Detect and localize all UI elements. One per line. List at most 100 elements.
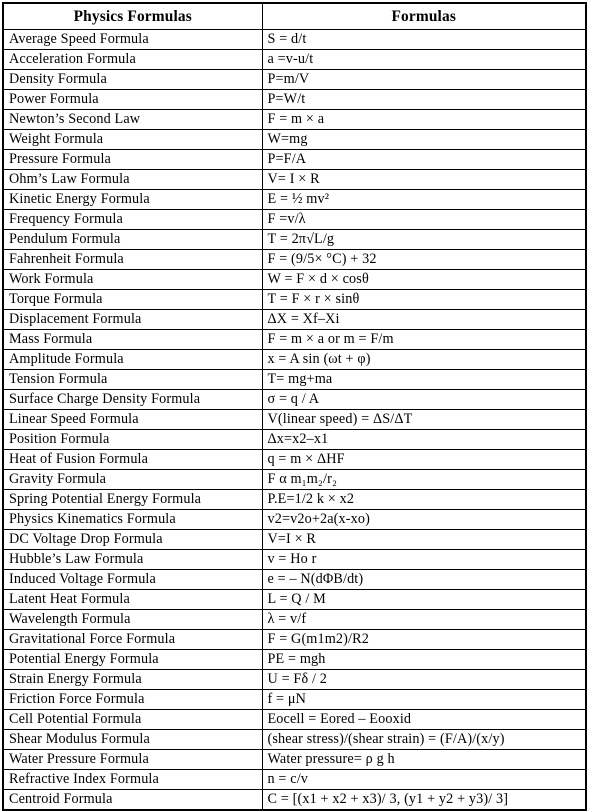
formula-name-cell: Induced Voltage Formula xyxy=(2,569,263,590)
table-row: Gravity Formula F α m₁m₂/r₂ xyxy=(2,469,587,490)
formula-expression-cell: W = F × d × cosθ xyxy=(261,269,587,290)
table-row: Mass Formula F = m × a or m = F/m xyxy=(2,329,587,350)
table-row: Potential Energy Formula PE = mgh xyxy=(2,649,587,670)
formula-name-cell: Tension Formula xyxy=(2,369,263,390)
table-row: Induced Voltage Formula e = – N(dΦB/dt) xyxy=(2,569,587,590)
formula-name-cell: Pendulum Formula xyxy=(2,229,263,250)
table-row: Hubble’s Law Formula v = Ho r xyxy=(2,549,587,570)
formula-expression-cell: x = A sin (ωt + φ) xyxy=(261,349,587,370)
table-header: Physics Formulas Formulas xyxy=(2,2,587,30)
table-row: Shear Modulus Formula (shear stress)/(she… xyxy=(2,729,587,750)
formula-name-cell: Displacement Formula xyxy=(2,309,263,330)
formula-name-cell: Ohm’s Law Formula xyxy=(2,169,263,190)
formula-expression-cell: Δx=x2–x1 xyxy=(261,429,587,450)
table-row: Friction Force Formula f = μN xyxy=(2,689,587,710)
table-row: Physics Kinematics Formula v2=v2o+2a(x-xo… xyxy=(2,509,587,530)
table-row: Ohm’s Law Formula V= I × R xyxy=(2,169,587,190)
column-header-physics-formulas: Physics Formulas xyxy=(2,2,263,30)
formula-expression-cell: F = G(m1m2)/R2 xyxy=(261,629,587,650)
table-row: Average Speed Formula S = d/t xyxy=(2,29,587,50)
formula-expression-cell: P=F/A xyxy=(261,149,587,170)
formula-name-cell: Heat of Fusion Formula xyxy=(2,449,263,470)
formula-name-cell: Power Formula xyxy=(2,89,263,110)
formula-name-cell: Physics Kinematics Formula xyxy=(2,509,263,530)
formula-expression-cell: n = c/v xyxy=(261,769,587,790)
formula-expression-cell: V=I × R xyxy=(261,529,587,550)
table-row: Displacement Formula ΔX = Xf–Xi xyxy=(2,309,587,330)
formula-expression-cell: ΔX = Xf–Xi xyxy=(261,309,587,330)
formula-expression-cell: F = m × a xyxy=(261,109,587,130)
physics-formulas-table: Physics Formulas Formulas Average Speed … xyxy=(2,2,587,811)
formula-expression-cell: F = (9/5× °C) + 32 xyxy=(261,249,587,270)
table-row: Newton’s Second Law F = m × a xyxy=(2,109,587,130)
formula-expression-cell: T = F × r × sinθ xyxy=(261,289,587,310)
table-row: Fahrenheit Formula F = (9/5× °C) + 32 xyxy=(2,249,587,270)
formula-name-cell: Latent Heat Formula xyxy=(2,589,263,610)
formula-name-cell: Spring Potential Energy Formula xyxy=(2,489,263,510)
table-row: Position Formula Δx=x2–x1 xyxy=(2,429,587,450)
formula-name-cell: Fahrenheit Formula xyxy=(2,249,263,270)
formula-expression-cell: T = 2π√L/g xyxy=(261,229,587,250)
formula-name-cell: Gravity Formula xyxy=(2,469,263,490)
formula-expression-cell: T= mg+ma xyxy=(261,369,587,390)
table-row: Wavelength Formula λ = v/f xyxy=(2,609,587,630)
table-row: Power Formula P=W/t xyxy=(2,89,587,110)
formula-expression-cell: Water pressure= ρ g h xyxy=(261,749,587,770)
formula-expression-cell: V(linear speed) = ΔS/ΔT xyxy=(261,409,587,430)
formula-name-cell: Position Formula xyxy=(2,429,263,450)
formula-name-cell: Torque Formula xyxy=(2,289,263,310)
table-row: Water Pressure Formula Water pressure= ρ … xyxy=(2,749,587,770)
table-row: Pressure Formula P=F/A xyxy=(2,149,587,170)
formula-name-cell: Shear Modulus Formula xyxy=(2,729,263,750)
formula-expression-cell: P=W/t xyxy=(261,89,587,110)
formula-expression-cell: e = – N(dΦB/dt) xyxy=(261,569,587,590)
formula-expression-cell: W=mg xyxy=(261,129,587,150)
formula-expression-cell: Eocell = Eored – Eooxid xyxy=(261,709,587,730)
formula-expression-cell: V= I × R xyxy=(261,169,587,190)
formula-name-cell: Surface Charge Density Formula xyxy=(2,389,263,410)
table-row: Weight Formula W=mg xyxy=(2,129,587,150)
table-row: Latent Heat Formula L = Q / M xyxy=(2,589,587,610)
formula-name-cell: Frequency Formula xyxy=(2,209,263,230)
formula-name-cell: Work Formula xyxy=(2,269,263,290)
formula-name-cell: DC Voltage Drop Formula xyxy=(2,529,263,550)
column-header-formulas: Formulas xyxy=(261,2,587,30)
table-row: Heat of Fusion Formula q = m × ΔHF xyxy=(2,449,587,470)
formula-expression-cell: (shear stress)/(shear strain) = (F/A)/(x… xyxy=(261,729,587,750)
formula-name-cell: Gravitational Force Formula xyxy=(2,629,263,650)
formula-name-cell: Potential Energy Formula xyxy=(2,649,263,670)
table-row: DC Voltage Drop Formula V=I × R xyxy=(2,529,587,550)
formula-expression-cell: v2=v2o+2a(x-xo) xyxy=(261,509,587,530)
table-row: Linear Speed Formula V(linear speed) = ΔS… xyxy=(2,409,587,430)
formula-expression-cell: E = ½ mv² xyxy=(261,189,587,210)
formula-expression-cell: q = m × ΔHF xyxy=(261,449,587,470)
table-row: Pendulum Formula T = 2π√L/g xyxy=(2,229,587,250)
table-row: Strain Energy Formula U = Fδ / 2 xyxy=(2,669,587,690)
formula-expression-cell: λ = v/f xyxy=(261,609,587,630)
formula-name-cell: Kinetic Energy Formula xyxy=(2,189,263,210)
formula-name-cell: Refractive Index Formula xyxy=(2,769,263,790)
formula-expression-cell: F =v/λ xyxy=(261,209,587,230)
formula-name-cell: Friction Force Formula xyxy=(2,689,263,710)
formula-name-cell: Density Formula xyxy=(2,69,263,90)
table-row: Surface Charge Density Formula σ = q / A xyxy=(2,389,587,410)
formula-name-cell: Pressure Formula xyxy=(2,149,263,170)
formula-name-cell: Weight Formula xyxy=(2,129,263,150)
formula-expression-cell: f = μN xyxy=(261,689,587,710)
table-row: Frequency Formula F =v/λ xyxy=(2,209,587,230)
formula-name-cell: Wavelength Formula xyxy=(2,609,263,630)
formula-expression-cell: U = Fδ / 2 xyxy=(261,669,587,690)
table-header-row: Physics Formulas Formulas xyxy=(2,2,587,30)
formula-name-cell: Hubble’s Law Formula xyxy=(2,549,263,570)
table-row: Cell Potential Formula Eocell = Eored – E… xyxy=(2,709,587,730)
table-body: Average Speed Formula S = d/t Acceleration… xyxy=(2,29,587,811)
table-row: Kinetic Energy Formula E = ½ mv² xyxy=(2,189,587,210)
formula-expression-cell: S = d/t xyxy=(261,29,587,50)
table-row: Gravitational Force Formula F = G(m1m2)/R… xyxy=(2,629,587,650)
formula-name-cell: Linear Speed Formula xyxy=(2,409,263,430)
formula-name-cell: Acceleration Formula xyxy=(2,49,263,70)
formula-expression-cell: L = Q / M xyxy=(261,589,587,610)
formula-name-cell: Amplitude Formula xyxy=(2,349,263,370)
formula-name-cell: Newton’s Second Law xyxy=(2,109,263,130)
table-row: Work Formula W = F × d × cosθ xyxy=(2,269,587,290)
